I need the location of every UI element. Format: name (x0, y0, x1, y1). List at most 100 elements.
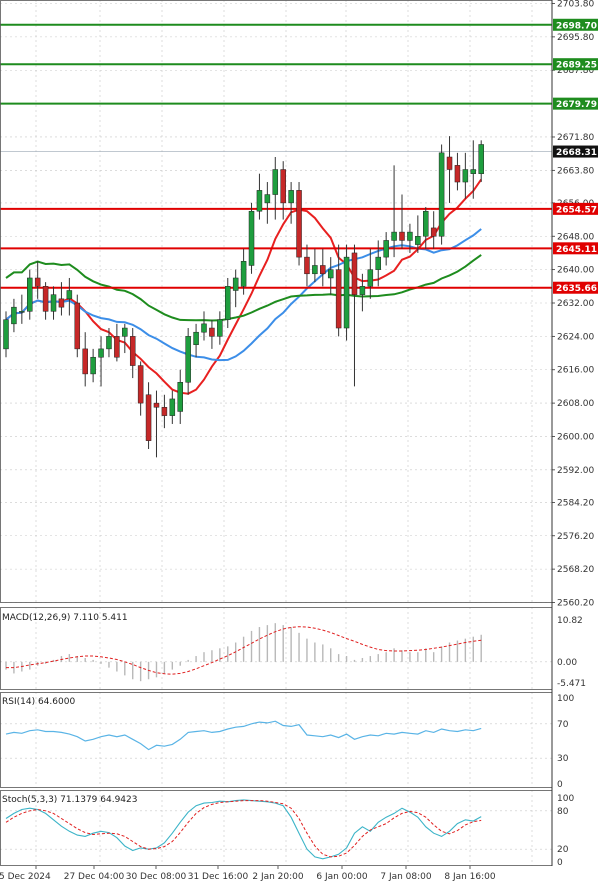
candle-body (74, 302, 81, 350)
candle-body (153, 402, 160, 408)
candle-body (367, 269, 374, 287)
candle-body (34, 277, 41, 287)
candle-body (248, 210, 255, 266)
macd-title: MACD(12,26,9) 7.110 5.411 (2, 613, 128, 623)
candle-body (106, 336, 112, 350)
macd-tick-label: -5.471 (557, 679, 586, 689)
candle-body (264, 194, 271, 204)
candle-body (232, 277, 239, 291)
candle-body (256, 190, 263, 212)
candle-body (145, 394, 152, 441)
candle-body (177, 382, 183, 412)
level-label: 2679.79 (556, 100, 597, 110)
time-axis: 25 Dec 2024 27 Dec 04:0030 Dec 08:0031 De… (0, 866, 496, 882)
candle-body (217, 319, 223, 337)
price-tick-label: 2632.00 (557, 299, 594, 309)
price-tick-label: 2695.80 (557, 33, 594, 43)
price-tick-label: 2568.20 (557, 565, 594, 575)
candle-body (454, 165, 461, 183)
candle-body (137, 365, 144, 404)
candle-body (42, 286, 49, 312)
stoch-tick-label: 0 (557, 858, 563, 868)
candle-body (296, 190, 302, 258)
rsi-tick-label: 70 (557, 720, 569, 730)
price-tick-label: 2640.00 (557, 266, 594, 276)
candle-body (98, 348, 104, 358)
candle-body (407, 231, 413, 241)
candle-body (240, 261, 247, 287)
price-tick-label: 2560.20 (557, 599, 594, 609)
candle-body (415, 236, 421, 245)
candle-body (161, 407, 168, 416)
stoch-title: Stoch(5,3,3) 71.1379 64.9423 (2, 795, 137, 805)
macd-tick-label: 0.00 (557, 658, 577, 668)
candle-body (327, 269, 334, 279)
candle-body (50, 294, 57, 312)
candle-body (209, 327, 215, 337)
stoch-tick-label: 20 (557, 845, 569, 855)
candle-body (27, 277, 33, 312)
time-tick-label: 7 Jan 08:00 (380, 872, 432, 882)
level-label: 2645.11 (556, 245, 597, 255)
price-tick-label: 2648.00 (557, 232, 594, 242)
rsi-tick-label: 100 (557, 694, 574, 704)
time-tick-label: 27 Dec 04:00 (64, 872, 125, 882)
current-price-label: 2668.31 (556, 148, 597, 158)
time-tick-label: 8 Jan 16:00 (444, 872, 496, 882)
candle-body (82, 348, 88, 375)
price-tick-label: 2600.00 (557, 432, 594, 442)
stoch-tick-label: 100 (557, 794, 574, 804)
time-tick-label: 31 Dec 16:00 (188, 872, 249, 882)
candle-body (193, 331, 199, 345)
price-axis: 2703.802695.802687.802671.802663.802656.… (552, 0, 594, 868)
candle-body (19, 311, 25, 313)
macd-tick-label: 10.82 (557, 616, 583, 626)
candle-body (446, 156, 453, 170)
candle-body (399, 231, 405, 241)
level-label: 2698.70 (556, 21, 597, 31)
level-label: 2689.25 (556, 61, 597, 71)
price-tick-label: 2576.20 (557, 532, 594, 542)
price-tick-label: 2616.00 (557, 366, 594, 376)
price-tick-label: 2592.00 (557, 466, 594, 476)
price-tick-label: 2703.80 (557, 0, 594, 10)
candle-body (478, 144, 484, 174)
rsi-tick-label: 0 (557, 780, 563, 790)
level-lines (0, 23, 552, 289)
candle-body (423, 210, 429, 237)
panel-frames (0, 0, 553, 866)
stoch-tick-label: 80 (557, 807, 569, 817)
rsi-title: RSI(14) 64.6000 (2, 697, 75, 707)
time-tick-label: 6 Jan 00:00 (316, 872, 368, 882)
price-tick-label: 2671.80 (557, 133, 594, 143)
price-tick-label: 2608.00 (557, 399, 594, 409)
candle-body (383, 240, 389, 258)
stoch-k-line (5, 799, 482, 860)
candle-body (351, 252, 358, 295)
stoch-panel (0, 799, 552, 860)
candle-body (430, 227, 437, 237)
candle-body (169, 398, 176, 416)
price-tick-label: 2663.80 (557, 166, 594, 176)
price-tick-label: 2584.20 (557, 498, 594, 508)
candle-body (129, 336, 136, 366)
rsi-tick-label: 30 (557, 754, 569, 764)
candle-body (114, 336, 120, 358)
candle-body (201, 323, 207, 333)
time-tick-label: 25 Dec 2024 (0, 872, 51, 882)
candle-body (225, 286, 231, 320)
stoch-d-line (5, 800, 482, 858)
rsi-panel (0, 720, 552, 759)
candle-body (470, 169, 477, 174)
forex-chart: 2703.802695.802687.802671.802663.802656.… (0, 0, 598, 882)
level-label: 2654.57 (556, 205, 597, 215)
candle-body (359, 286, 366, 295)
candle-body (58, 298, 65, 308)
candle-body (288, 190, 294, 204)
time-tick-label: 2 Jan 20:00 (252, 872, 304, 882)
rsi-line (5, 720, 482, 751)
candle-body (122, 327, 128, 337)
candle-body (335, 269, 342, 329)
candle-body (391, 231, 397, 241)
candle-body (185, 336, 191, 383)
